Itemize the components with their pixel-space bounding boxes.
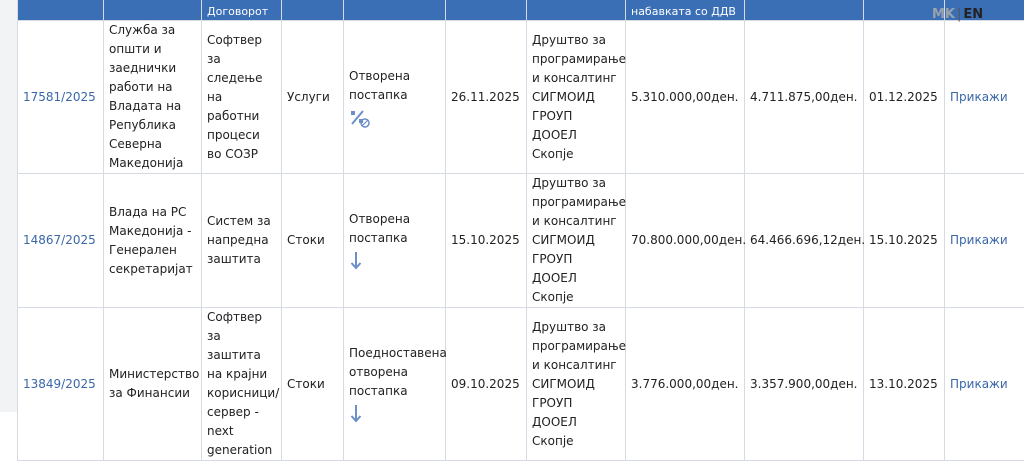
page: MK|EN Договорот набавката со ДДВ: [0, 0, 1024, 412]
institution-cell: Влада на РС Македонија - Генерален секре…: [104, 174, 202, 308]
date-cell: 15.10.2025: [446, 174, 527, 308]
contract-number-cell: 13849/2025: [18, 308, 104, 461]
date2-cell: 13.10.2025: [864, 308, 945, 461]
details-cell: Прикажи: [945, 21, 1024, 174]
header-cell: [104, 0, 202, 21]
date-cell: 26.11.2025: [446, 21, 527, 174]
value-cell: 70.800.000,00ден.: [626, 174, 745, 308]
contract-number-cell: 17581/2025: [18, 21, 104, 174]
contracts-table: Договорот набавката со ДДВ 17581/2025 Сл…: [17, 0, 1024, 461]
left-rail: [0, 0, 18, 412]
contract-number-link[interactable]: 17581/2025: [23, 90, 96, 104]
header-cell-contract: Договорот: [202, 0, 282, 21]
value-cell: 3.776.000,00ден.: [626, 308, 745, 461]
header-cell: [527, 0, 626, 21]
subject-cell: Систем за напредна заштита: [202, 174, 282, 308]
header-cell: [282, 0, 344, 21]
subject-cell: Софтвер за следење на работни процеси во…: [202, 21, 282, 174]
supplier-cell: Друштво за програмирање и консалтинг СИГ…: [527, 174, 626, 308]
details-link[interactable]: Прикажи: [950, 233, 1008, 247]
contract-number-cell: 14867/2025: [18, 174, 104, 308]
value2-cell: 64.466.696,12ден.: [745, 174, 864, 308]
type-cell: Стоки: [282, 174, 344, 308]
value2-cell: 3.357.900,00ден.: [745, 308, 864, 461]
type-cell: Услуги: [282, 21, 344, 174]
language-switcher: MK|EN: [932, 7, 983, 22]
lang-mk-link[interactable]: MK: [932, 7, 955, 22]
details-cell: Прикажи: [945, 174, 1024, 308]
header-cell: [745, 0, 864, 21]
date-cell: 09.10.2025: [446, 308, 527, 461]
date2-cell: 15.10.2025: [864, 174, 945, 308]
supplier-cell: Друштво за програмирање и консалтинг СИГ…: [527, 21, 626, 174]
procedure-label: Отворена постапка: [349, 69, 410, 102]
lang-separator: |: [957, 7, 961, 22]
header-cell: [18, 0, 104, 21]
percent-icon: [349, 108, 371, 128]
details-cell: Прикажи: [945, 308, 1024, 461]
value2-cell: 4.711.875,00ден.: [745, 21, 864, 174]
arrow-down-icon: [349, 404, 363, 424]
table-row: 14867/2025 Влада на РС Македонија - Гене…: [18, 174, 1024, 308]
lang-en-link[interactable]: EN: [963, 7, 983, 22]
supplier-cell: Друштво за програмирање и консалтинг СИГ…: [527, 308, 626, 461]
details-link[interactable]: Прикажи: [950, 90, 1008, 104]
procedure-label: Поедноставена отворена постапка: [349, 346, 447, 398]
date2-cell: 01.12.2025: [864, 21, 945, 174]
header-cell: [344, 0, 446, 21]
header-cell: [446, 0, 527, 21]
arrow-down-icon: [349, 251, 363, 271]
header-cell-value: набавката со ДДВ: [626, 0, 745, 21]
details-link[interactable]: Прикажи: [950, 377, 1008, 391]
institution-cell: Служба за општи и заеднички работи на Вл…: [104, 21, 202, 174]
table-row: 17581/2025 Служба за општи и заеднички р…: [18, 21, 1024, 174]
procedure-cell: Поедноставена отворена постапка: [344, 308, 446, 461]
value-cell: 5.310.000,00ден.: [626, 21, 745, 174]
table-header: Договорот набавката со ДДВ: [18, 0, 1024, 21]
procedure-cell: Отворена постапка: [344, 174, 446, 308]
procedure-label: Отворена постапка: [349, 212, 410, 245]
procedure-cell: Отворена постапка: [344, 21, 446, 174]
table-row: 13849/2025 Министерство за Финансии Софт…: [18, 308, 1024, 461]
institution-cell: Министерство за Финансии: [104, 308, 202, 461]
type-cell: Стоки: [282, 308, 344, 461]
contract-number-link[interactable]: 14867/2025: [23, 233, 96, 247]
contract-number-link[interactable]: 13849/2025: [23, 377, 96, 391]
subject-cell: Софтвер за заштита на крајни корисници/ …: [202, 308, 282, 461]
